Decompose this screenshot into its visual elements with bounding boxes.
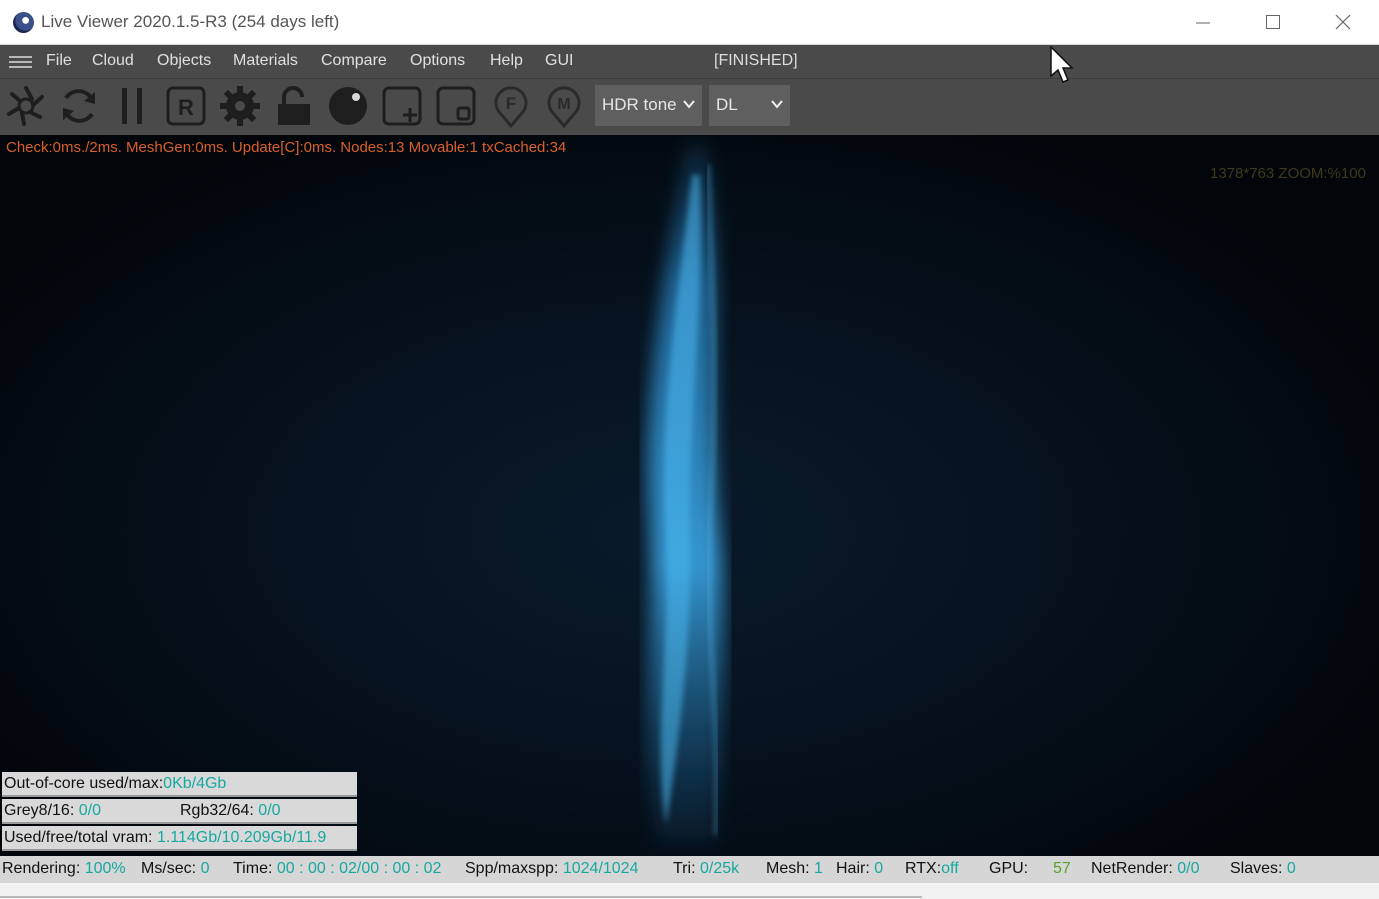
render-status: [FINISHED]: [714, 52, 798, 69]
svg-text:F: F: [506, 94, 516, 113]
focus-pin-button[interactable]: F: [489, 84, 533, 129]
vram-value: 1.114Gb/10.209Gb/11.9: [156, 829, 327, 846]
aperture-button[interactable]: [4, 84, 48, 128]
small-frame-button[interactable]: [434, 84, 478, 128]
vram-panel: Used/free/total vram: 1.114Gb/10.209Gb/1…: [2, 826, 357, 851]
kernel-dropdown[interactable]: DL: [709, 85, 790, 126]
lock-button[interactable]: [272, 84, 316, 128]
rgb-value: 0/0: [258, 802, 281, 819]
zoom-readout: 1378*763 ZOOM:%100: [1210, 165, 1366, 182]
focus-pin-icon: F: [494, 86, 528, 129]
material-sphere-button[interactable]: [326, 84, 370, 128]
slaves-value: 0: [1286, 860, 1296, 877]
mesh-value: 1: [814, 860, 823, 877]
tonemap-dropdown[interactable]: HDR tone: [595, 85, 702, 126]
svg-text:R: R: [178, 95, 194, 120]
time-value: 00 : 00 : 02/00 : 00 : 02: [276, 860, 442, 877]
unlock-icon: [278, 86, 310, 125]
ooc-value: 0Kb/4Gb: [163, 775, 227, 792]
hair-value: 0: [874, 860, 884, 877]
chevron-down-icon: [683, 100, 695, 109]
grey-value: 0/0: [78, 802, 101, 819]
pause-button[interactable]: [111, 84, 155, 128]
bottom-strip: [0, 883, 1379, 899]
menu-options[interactable]: Options: [410, 52, 465, 70]
mouse-cursor-icon: [1050, 46, 1074, 83]
grey-label: Grey8/16:: [4, 802, 75, 819]
add-frame-icon: [382, 86, 422, 126]
window-title: Live Viewer 2020.1.5-R3 (254 days left): [41, 12, 340, 31]
rgb-label: Rgb32/64:: [180, 802, 254, 819]
render-stats: Check:0ms./2ms. MeshGen:0ms. Update[C]:0…: [6, 139, 567, 156]
settings-gear-icon: [220, 86, 260, 126]
kernel-value: DL: [716, 95, 738, 114]
add-frame-button[interactable]: [380, 84, 424, 128]
ooc-label: Out-of-core used/max:: [4, 775, 164, 792]
menu-cloud[interactable]: Cloud: [92, 52, 134, 70]
render-viewport[interactable]: Check:0ms./2ms. MeshGen:0ms. Update[C]:0…: [0, 135, 1379, 856]
title-bar: Live Viewer 2020.1.5-R3 (254 days left): [0, 0, 1379, 45]
mssec-label: Ms/sec:: [141, 860, 197, 877]
small-frame-icon: [436, 86, 476, 126]
menu-objects[interactable]: Objects: [157, 52, 211, 70]
out-of-core-panel: Out-of-core used/max:0Kb/4Gb: [2, 772, 357, 797]
rendering-value: 100%: [84, 860, 126, 877]
aperture-icon: [7, 86, 44, 126]
netrender-value: 0/0: [1177, 860, 1200, 877]
material-sphere-icon: [329, 87, 367, 125]
menu-gui[interactable]: GUI: [545, 52, 573, 70]
rendering-label: Rendering:: [2, 860, 81, 877]
minimize-icon: [1196, 22, 1210, 24]
render-image: [647, 145, 724, 845]
spp-value: 1024/1024: [562, 860, 639, 877]
rtx-label: RTX:: [905, 860, 942, 877]
menu-compare[interactable]: Compare: [321, 52, 387, 70]
settings-button[interactable]: [218, 84, 262, 128]
refresh-icon: [63, 89, 95, 123]
close-icon: [1335, 14, 1351, 30]
hamburger-menu-icon[interactable]: [9, 53, 32, 71]
time-label: Time:: [233, 860, 273, 877]
menu-file[interactable]: File: [46, 52, 72, 70]
refresh-button[interactable]: [57, 84, 101, 128]
tonemap-value: HDR tone: [602, 95, 677, 114]
hair-label: Hair:: [836, 860, 870, 877]
status-bar: Rendering: 100% Ms/sec: 0 Time: 00 : 00 …: [0, 856, 1379, 883]
app-logo-icon: [13, 12, 34, 33]
gpu-value: 57: [1053, 860, 1071, 877]
mesh-label: Mesh:: [766, 860, 810, 877]
material-pin-button[interactable]: M: [542, 84, 586, 129]
menu-help[interactable]: Help: [490, 52, 523, 70]
texture-panel: Grey8/16: 0/0 Rgb32/64: 0/0: [2, 799, 357, 824]
netrender-label: NetRender:: [1091, 860, 1173, 877]
render-region-icon: R: [166, 86, 206, 126]
tri-label: Tri:: [673, 860, 696, 877]
material-pin-icon: M: [547, 86, 581, 129]
mssec-value: 0: [200, 860, 210, 877]
maximize-icon: [1266, 15, 1280, 29]
svg-text:M: M: [557, 96, 570, 113]
pause-icon: [122, 88, 142, 124]
slaves-label: Slaves:: [1230, 860, 1283, 877]
vram-label: Used/free/total vram:: [4, 829, 153, 846]
close-button[interactable]: [1308, 0, 1378, 45]
tri-value: 0/25k: [699, 860, 740, 877]
chevron-down-icon: [771, 100, 783, 109]
menu-materials[interactable]: Materials: [233, 52, 298, 70]
spp-label: Spp/maxspp:: [465, 860, 559, 877]
gpu-label: GPU:: [989, 860, 1029, 877]
minimize-button[interactable]: [1168, 0, 1238, 45]
maximize-button[interactable]: [1238, 0, 1308, 45]
render-region-button[interactable]: R: [164, 84, 208, 128]
rtx-value: off: [941, 860, 959, 877]
